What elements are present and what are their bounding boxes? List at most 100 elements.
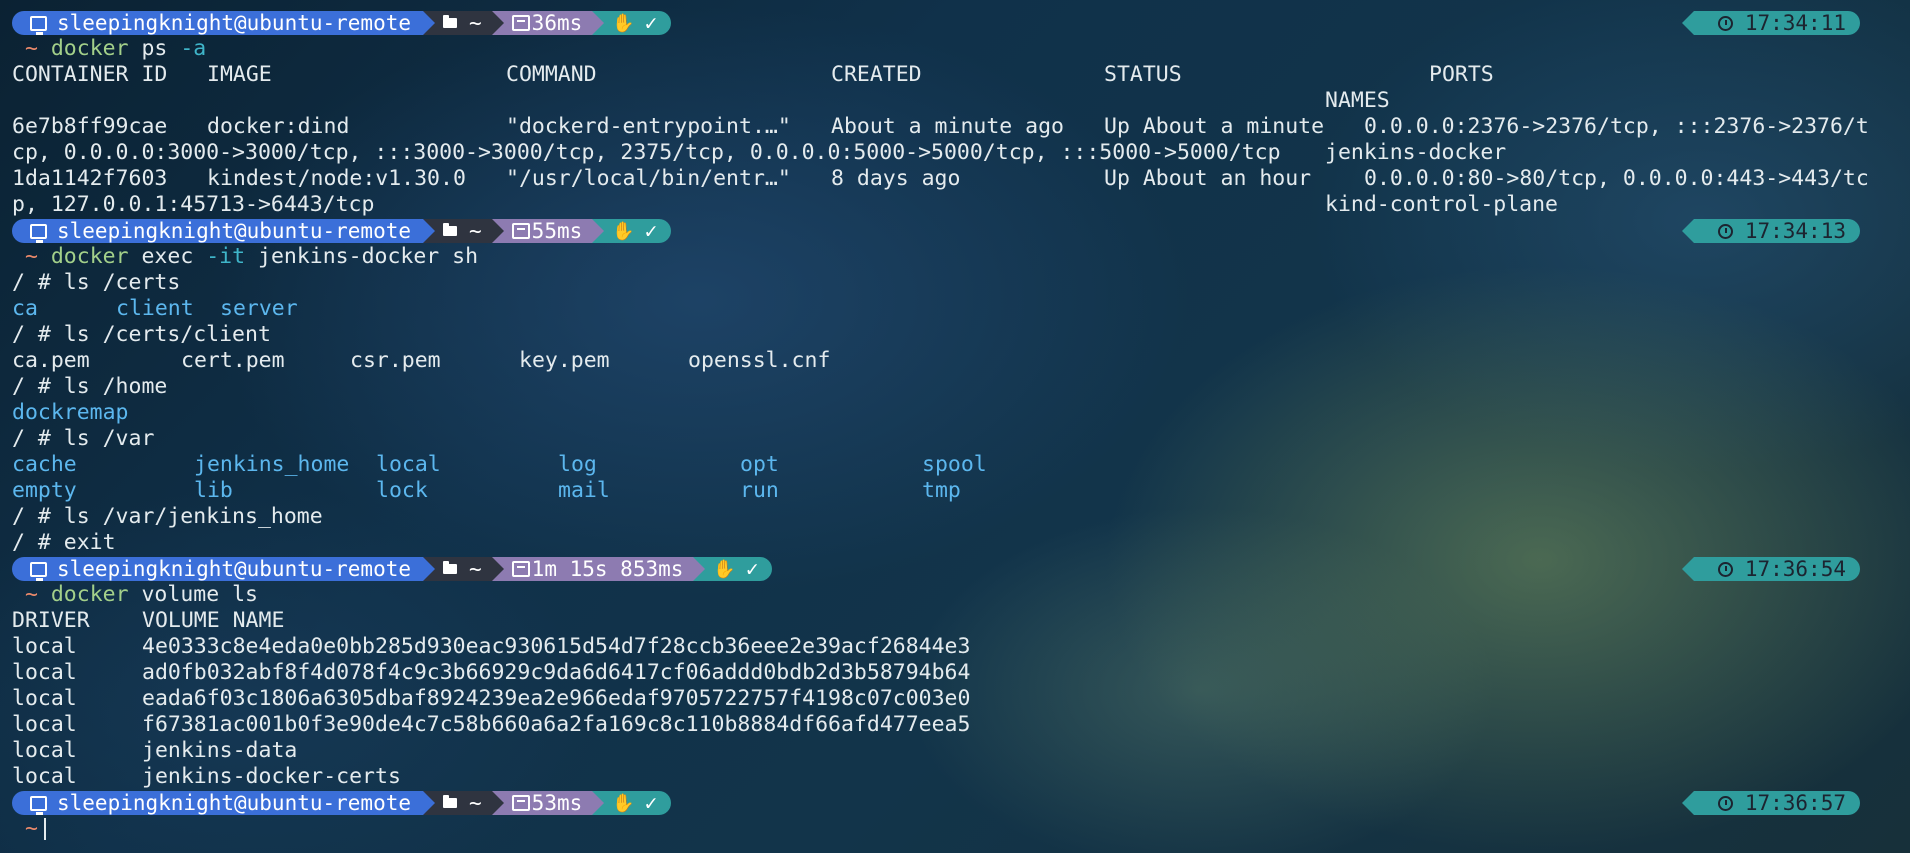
header-status: STATUS <box>1104 62 1182 87</box>
listing-file: ca.pem <box>12 348 90 373</box>
prompt-duration-segment: 53ms <box>491 791 604 815</box>
clock-icon <box>1717 561 1733 577</box>
container-image: docker:dind <box>207 114 350 139</box>
prompt-user-host: sleepingknight@ubuntu-remote <box>57 557 412 581</box>
prompt-user-host: sleepingknight@ubuntu-remote <box>57 11 412 35</box>
container-ports: 0.0.0.0:80->80/tcp, 0.0.0.0:443->443/tc <box>1364 166 1869 191</box>
listing-dir: lib <box>194 478 233 503</box>
header-created: CREATED <box>831 62 922 87</box>
prompt-status-check: ✓ <box>644 11 658 35</box>
listing-dir: spool <box>922 452 987 477</box>
header-volume-name: VOLUME NAME <box>142 608 285 633</box>
command-line: ~ docker volume ls <box>12 582 1900 608</box>
volume-driver: local <box>12 764 77 789</box>
clock-icon <box>1717 223 1733 239</box>
prompt-tilde: ~ <box>24 36 38 61</box>
volume-driver: local <box>12 738 77 763</box>
listing-dir: mail <box>558 478 610 503</box>
command-flag: -it <box>206 244 246 269</box>
shell-command: ls /certs/client <box>63 322 271 347</box>
command-name: docker <box>50 582 129 607</box>
shell-command-line: / # ls /certs/client <box>12 322 1900 348</box>
shell-command: ls /var/jenkins_home <box>63 504 323 529</box>
folder-icon <box>443 223 458 236</box>
hand-icon: ✋ <box>612 792 635 814</box>
hand-icon: ✋ <box>713 558 736 580</box>
shell-prompt: / # <box>12 426 64 451</box>
listing-file: openssl.cnf <box>688 348 831 373</box>
shell-command: ls /certs <box>63 270 181 295</box>
timer-icon <box>511 223 530 239</box>
listing-file: csr.pem <box>350 348 441 373</box>
listing-file: key.pem <box>519 348 610 373</box>
command-line: ~ docker exec -it jenkins-docker sh <box>12 244 1900 270</box>
container-status: Up About an hour <box>1104 166 1312 191</box>
table-row: local 4e0333c8e4eda0e0bb285d930eac930615d… <box>12 634 1900 660</box>
container-status: Up About a minute <box>1104 114 1325 139</box>
volume-driver: local <box>12 660 77 685</box>
active-command-line[interactable]: ~ <box>12 816 1900 842</box>
terminal[interactable]: sleepingknight@ubuntu-remote ~ 36ms ✋ ✓ 1… <box>12 10 1900 842</box>
shell-command-line: / # ls /var/jenkins_home <box>12 504 1900 530</box>
volume-driver: local <box>12 712 77 737</box>
prompt-duration: 55ms <box>531 219 583 243</box>
prompt-clock-time: 17:34:11 <box>1744 11 1846 35</box>
prompt-clock-time: 17:34:13 <box>1744 219 1846 243</box>
command-flag: -a <box>180 36 207 61</box>
table-row-wrap: p, 127.0.0.1:45713->6443/tcp kind-contro… <box>12 192 1900 218</box>
container-created: About a minute ago <box>831 114 1064 139</box>
volume-driver: local <box>12 686 77 711</box>
shell-prompt: / # <box>12 270 64 295</box>
prompt-tilde: ~ <box>24 244 38 269</box>
clock-icon <box>1717 15 1733 31</box>
prompt-user-segment: sleepingknight@ubuntu-remote <box>12 219 436 243</box>
table-row: 1da1142f7603 kindest/node:v1.30.0 "/usr/… <box>12 166 1900 192</box>
container-name: jenkins-docker <box>1325 140 1507 165</box>
prompt-duration: 53ms <box>531 791 583 815</box>
volume-name: eada6f03c1806a6305dbaf8924239ea2e966edaf… <box>142 686 971 711</box>
listing-dir: tmp <box>922 478 961 503</box>
command-args: volume ls <box>141 582 258 607</box>
listing-dir: log <box>558 452 597 477</box>
header-command: COMMAND <box>506 62 597 87</box>
prompt-status-check: ✓ <box>644 219 658 243</box>
volume-name: ad0fb032abf8f4d078f4c9c3b66929c9da6d6417… <box>142 660 971 685</box>
prompt-bar: sleepingknight@ubuntu-remote ~ 53ms ✋ ✓ 1… <box>12 790 1900 816</box>
listing-dir: local <box>376 452 441 477</box>
prompt-duration: 1m 15s 853ms <box>531 557 684 581</box>
table-row: local f67381ac001b0f3e90de4c7c58b660a6a2f… <box>12 712 1900 738</box>
prompt-user-host: sleepingknight@ubuntu-remote <box>57 219 412 243</box>
table-header: CONTAINER ID IMAGE COMMAND CREATED STATU… <box>12 62 1900 88</box>
hand-icon: ✋ <box>612 12 635 34</box>
container-command: "/usr/local/bin/entr…" <box>506 166 791 191</box>
listing-row: ca.pem cert.pem csr.pem key.pem openssl.… <box>12 348 1900 374</box>
ubuntu-icon <box>30 15 47 35</box>
table-header-names: NAMES <box>12 88 1900 114</box>
ubuntu-icon <box>30 795 47 815</box>
prompt-status-check: ✓ <box>745 557 759 581</box>
prompt-tilde: ~ <box>24 816 38 841</box>
listing-dir: server <box>220 296 298 321</box>
prompt-clock: 17:34:11 <box>1681 11 1860 35</box>
shell-command: exit <box>63 530 116 555</box>
prompt-user-segment: sleepingknight@ubuntu-remote <box>12 11 436 35</box>
listing-dir: dockremap <box>12 400 129 425</box>
prompt-directory: ~ <box>469 557 482 581</box>
prompt-clock-time: 17:36:54 <box>1744 557 1846 581</box>
prompt-status-check: ✓ <box>644 791 658 815</box>
header-container-id: CONTAINER ID <box>12 62 168 87</box>
container-id: 6e7b8ff99cae <box>12 114 168 139</box>
header-driver: DRIVER <box>12 608 90 633</box>
folder-icon <box>443 561 458 574</box>
table-row-wrap: cp, 0.0.0.0:3000->3000/tcp, :::3000->300… <box>12 140 1900 166</box>
table-row: local ad0fb032abf8f4d078f4c9c3b66929c9da6… <box>12 660 1900 686</box>
shell-prompt: / # <box>12 504 64 529</box>
shell-command: ls /var <box>63 426 155 451</box>
shell-prompt: / # <box>12 530 64 555</box>
clock-icon <box>1717 795 1733 811</box>
command-args: exec <box>141 244 194 269</box>
text-cursor <box>43 818 46 840</box>
listing-dir: run <box>740 478 779 503</box>
ubuntu-icon <box>30 223 47 243</box>
prompt-clock: 17:34:13 <box>1681 219 1860 243</box>
